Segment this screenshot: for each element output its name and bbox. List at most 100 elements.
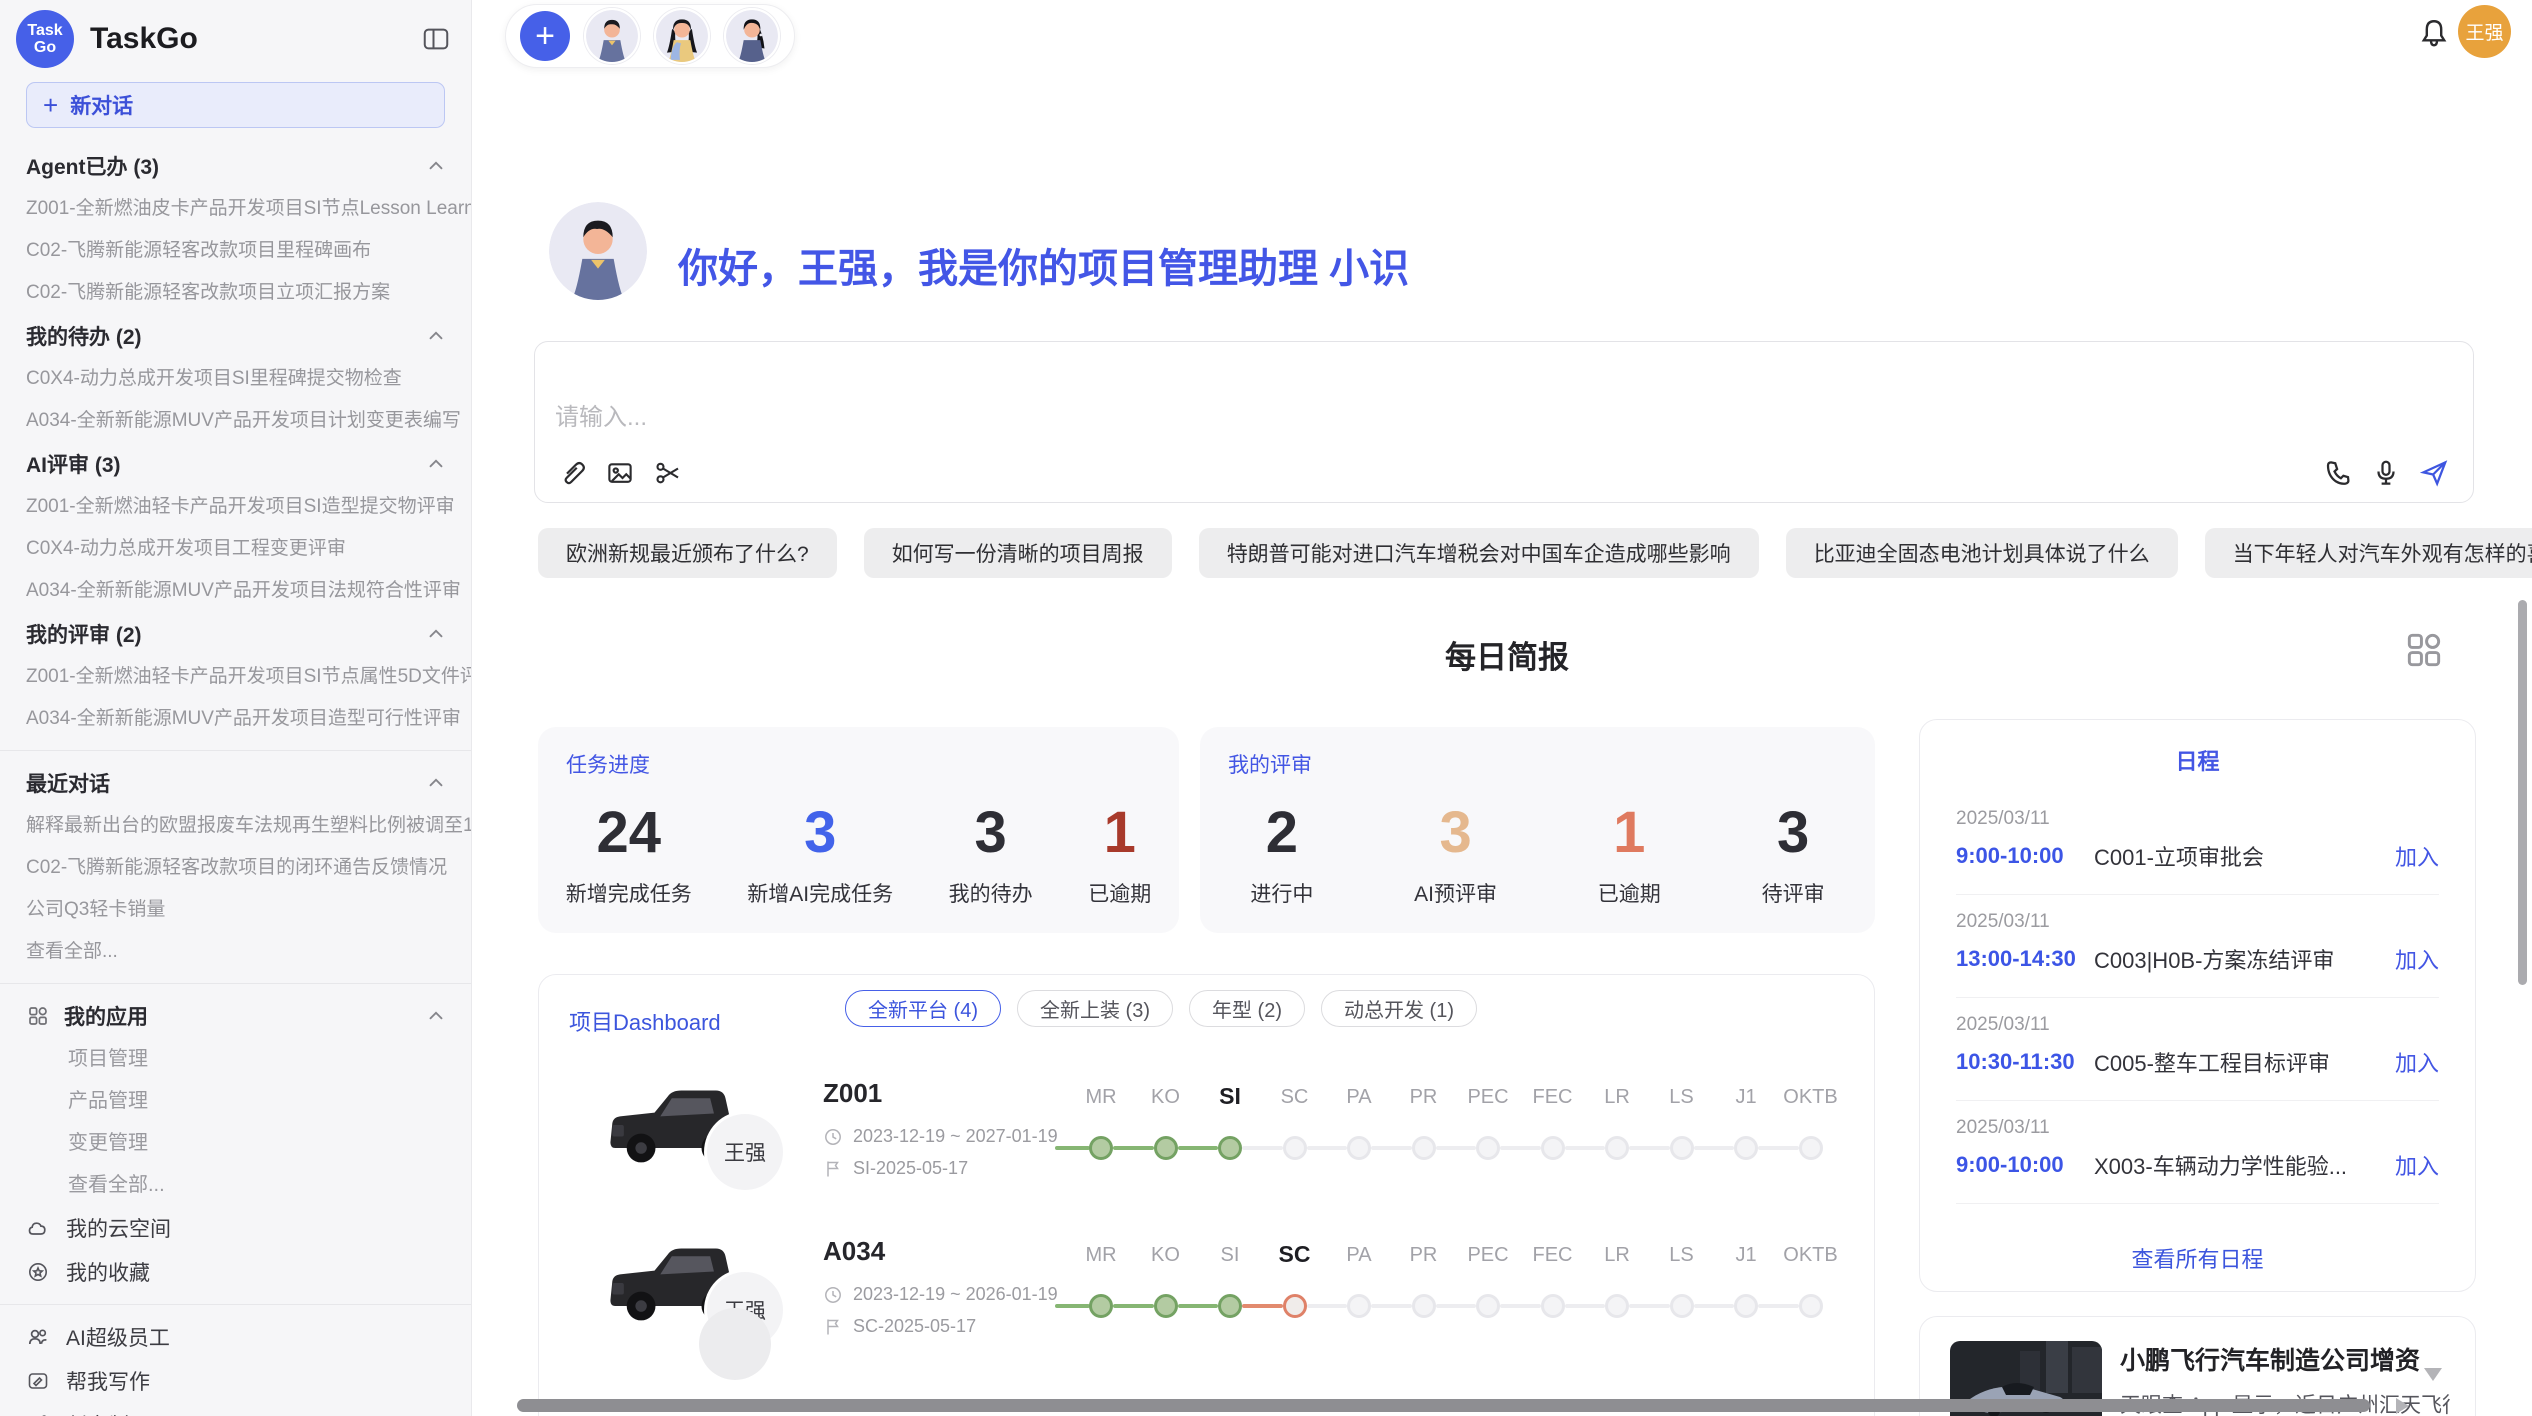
suggestion-chip[interactable]: 当下年轻人对汽车外观有怎样的喜好趋势 (2205, 528, 2532, 578)
my-review-card: 我的评审 2进行中3AI预评审1已逾期3待评审 (1200, 727, 1875, 933)
chevron-up-icon (425, 1005, 447, 1027)
sidebar-item[interactable]: 产品管理 (0, 1080, 471, 1122)
sidebar-section-left: 我的应用 (26, 1001, 148, 1031)
sidebar-section-header[interactable]: Agent已办 (3) (0, 144, 471, 188)
sidebar-section-header[interactable]: AI评审 (3) (0, 442, 471, 486)
stat-label: 新增完成任务 (566, 878, 692, 908)
sidebar-item[interactable]: A034-全新新能源MUV产品开发项目计划变更表编写 (0, 400, 471, 442)
mic-icon[interactable] (2371, 458, 2401, 488)
schedule-time: 9:00-10:00 (1956, 1152, 2094, 1178)
chevron-up-icon (425, 623, 447, 645)
schedule-item-row: 10:30-11:30C005-整车工程目标评审加入 (1956, 1046, 2439, 1078)
layout-grid-icon[interactable] (2402, 628, 2446, 672)
sidebar-item[interactable]: C02-飞腾新能源轻客改款项目里程碑画布 (0, 230, 471, 272)
send-icon[interactable] (2419, 458, 2449, 488)
sidebar-item-badge[interactable]: 我的收藏 (0, 1250, 471, 1294)
suggestion-chip[interactable]: 如何写一份清晰的项目周报 (864, 528, 1172, 578)
schedule-time: 13:00-14:30 (1956, 946, 2094, 972)
image-icon[interactable] (605, 458, 635, 488)
milestone-segment (1055, 1304, 1090, 1308)
phone-icon[interactable] (2323, 458, 2353, 488)
new-chat-button[interactable]: + 新对话 (26, 82, 445, 128)
project-dashboard-card: 项目Dashboard 全新平台 (4)全新上装 (3)年型 (2)动总开发 (… (538, 974, 1875, 1416)
milestone-label: FEC (1520, 1244, 1586, 1267)
sidebar-item[interactable]: Z001-全新燃油轻卡产品开发项目SI造型提交物评审 (0, 486, 471, 528)
user-name: 王强 (2465, 18, 2503, 45)
project-flag-row: SC-2025-05-17 (823, 1316, 976, 1337)
milestone-segment (1758, 1146, 1799, 1150)
sidebar-item[interactable]: Z001-全新燃油皮卡产品开发项目SI节点Lesson Learn报告 (0, 188, 471, 230)
sidebar-item[interactable]: 公司Q3轻卡销量 (0, 889, 471, 931)
add-contact-button[interactable]: + (520, 11, 570, 61)
join-link[interactable]: 加入 (2395, 943, 2439, 975)
milestone-label: PA (1326, 1244, 1392, 1267)
sidebar-item-cloud[interactable]: 我的云空间 (0, 1206, 471, 1250)
project-row[interactable]: 王强Z0012023-12-19 ~ 2027-01-19SI-2025-05-… (539, 1070, 1876, 1228)
stat-item: 3待评审 (1762, 779, 1825, 933)
contact-avatar[interactable] (654, 8, 710, 64)
horizontal-scrollbar-thumb[interactable] (517, 1399, 2370, 1412)
sidebar-item[interactable]: 查看全部... (0, 1164, 471, 1206)
sidebar-item[interactable]: Z001-全新燃油轻卡产品开发项目SI节点属性5D文件评审 (0, 656, 471, 698)
sidebar-item[interactable]: 查看全部... (0, 931, 471, 973)
milestone-segment (1629, 1304, 1670, 1308)
sidebar-collapse-icon[interactable] (421, 24, 451, 54)
milestone-dot (1347, 1294, 1371, 1318)
join-link[interactable]: 加入 (2395, 840, 2439, 872)
sidebar-item[interactable]: A034-全新新能源MUV产品开发项目法规符合性评审 (0, 570, 471, 612)
milestone-segment (1565, 1146, 1606, 1150)
dashboard-tab[interactable]: 全新平台 (4) (845, 990, 1001, 1027)
daily-brief-title: 每日简报 (538, 632, 2476, 677)
sidebar-tool-people[interactable]: AI超级员工 (0, 1315, 471, 1359)
sidebar-section-header[interactable]: 我的评审 (2) (0, 612, 471, 656)
suggestion-chip[interactable]: 欧洲新规最近颁布了什么? (538, 528, 837, 578)
sidebar-item[interactable]: C0X4-动力总成开发项目工程变更评审 (0, 528, 471, 570)
join-link[interactable]: 加入 (2395, 1149, 2439, 1181)
sidebar-item[interactable]: A034-全新新能源MUV产品开发项目造型可行性评审 (0, 698, 471, 740)
bell-icon[interactable] (2416, 16, 2452, 52)
stat-label: 待评审 (1762, 878, 1825, 908)
milestone-segment (1242, 1146, 1283, 1150)
sidebar-item[interactable]: C02-飞腾新能源轻客改款项目立项汇报方案 (0, 272, 471, 314)
chevron-up-icon (425, 155, 447, 177)
sidebar-section-header[interactable]: 最近对话 (0, 761, 471, 805)
paperclip-icon[interactable] (557, 458, 587, 488)
scissors-icon[interactable] (653, 458, 683, 488)
milestone-label: SI (1197, 1083, 1263, 1110)
composer-left-toolbar (557, 458, 683, 488)
contact-avatar[interactable] (584, 8, 640, 64)
sidebar-tool-pen[interactable]: 创意制图 (0, 1403, 471, 1416)
vertical-scrollbar-thumb[interactable] (2518, 600, 2527, 985)
clock-icon (823, 1127, 843, 1147)
user-avatar[interactable]: 王强 (2458, 5, 2511, 58)
suggestion-chip[interactable]: 比亚迪全固态电池计划具体说了什么 (1786, 528, 2178, 578)
sidebar-item[interactable]: 解释最新出台的欧盟报废车法规再生塑料比例被调至15%... (0, 805, 471, 847)
dashboard-tab[interactable]: 动总开发 (1) (1321, 990, 1477, 1027)
dashboard-tab[interactable]: 年型 (2) (1189, 990, 1305, 1027)
scroll-down-arrow-icon[interactable] (2424, 1368, 2442, 1381)
chat-input[interactable] (555, 404, 1455, 432)
contact-avatar[interactable] (724, 8, 780, 64)
sidebar-item[interactable]: 变更管理 (0, 1122, 471, 1164)
view-all-schedule-link[interactable]: 查看所有日程 (1920, 1242, 2475, 1274)
sidebar-item[interactable]: C02-飞腾新能源轻客改款项目的闭环通告反馈情况 (0, 847, 471, 889)
schedule-time: 10:30-11:30 (1956, 1049, 2094, 1075)
sidebar-item[interactable]: C0X4-动力总成开发项目SI里程碑提交物检查 (0, 358, 471, 400)
schedule-date: 2025/03/11 (1956, 1117, 2439, 1139)
dashboard-tab[interactable]: 全新上装 (3) (1017, 990, 1173, 1027)
scroll-right-arrow-icon[interactable] (2396, 1398, 2409, 1414)
badge-icon (26, 1260, 50, 1284)
sidebar-item[interactable]: 项目管理 (0, 1038, 471, 1080)
sidebar-tool-write[interactable]: 帮我写作 (0, 1359, 471, 1403)
milestone-label: PEC (1455, 1086, 1521, 1109)
suggestion-chip[interactable]: 特朗普可能对进口汽车增税会对中国车企造成哪些影响 (1199, 528, 1759, 578)
milestone-label: LR (1584, 1244, 1650, 1267)
divider (0, 1304, 471, 1305)
task-progress-card: 任务进度 24新增完成任务3新增AI完成任务3我的待办1已逾期 (538, 727, 1179, 933)
sidebar-section-header[interactable]: 我的待办 (2) (0, 314, 471, 358)
sidebar: Task Go TaskGo + 新对话 Agent已办 (3)Z001-全新燃… (0, 0, 472, 1416)
join-link[interactable]: 加入 (2395, 1046, 2439, 1078)
milestone-dot (1154, 1136, 1178, 1160)
assistant-avatar (549, 202, 647, 300)
sidebar-section-header[interactable]: 我的应用 (0, 994, 471, 1038)
